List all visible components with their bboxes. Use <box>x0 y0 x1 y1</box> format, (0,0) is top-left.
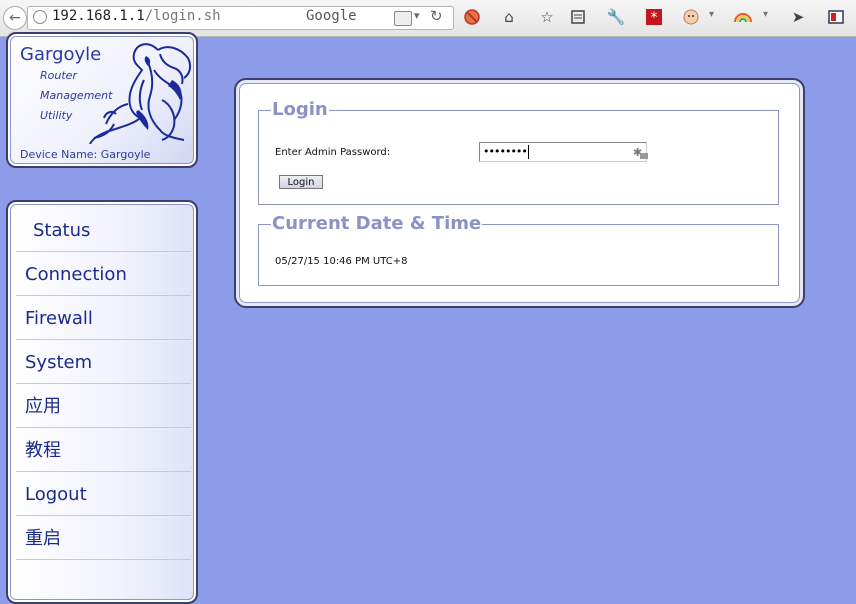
sidebar-item-system[interactable]: System <box>16 341 191 384</box>
text-caret <box>527 145 529 159</box>
back-arrow-icon: ← <box>9 10 21 26</box>
address-bar[interactable]: 192.168.1.1/login.sh Google ▾ ↻ <box>27 6 454 30</box>
device-name: Device Name: Gargoyle <box>20 148 151 161</box>
password-value: •••••••• <box>483 145 528 158</box>
bookmark-star-icon[interactable]: ☆ <box>537 7 557 27</box>
main-panel: Login Enter Admin Password: •••••••• ✱ L… <box>234 78 805 308</box>
reload-icon[interactable]: ↻ <box>430 7 443 25</box>
rainbow-addon-dropdown-icon[interactable]: ▾ <box>763 9 768 20</box>
gargoyle-logo-icon <box>89 43 192 144</box>
sidebar-item-firewall[interactable]: Firewall <box>16 297 191 340</box>
face-addon-icon[interactable] <box>681 7 701 27</box>
sidebar-item-applications[interactable]: 应用 <box>16 385 191 428</box>
url-text[interactable]: 192.168.1.1/login.sh <box>52 8 221 24</box>
addon-asterisk-icon[interactable]: * <box>644 7 664 27</box>
current-datetime: 05/27/15 10:46 PM UTC+8 <box>275 256 408 267</box>
datetime-fieldset: Current Date & Time 05/27/15 10:46 PM UT… <box>258 213 779 286</box>
wrench-icon[interactable]: 🔧 <box>606 7 626 27</box>
back-button[interactable]: ← <box>3 6 27 30</box>
sidebar-item-tutorial[interactable]: 教程 <box>16 429 191 472</box>
logo-panel: Gargoyle Router Management Utility Devic… <box>6 32 198 168</box>
sidebar-item-reboot[interactable]: 重启 <box>16 517 191 560</box>
login-fieldset: Login Enter Admin Password: •••••••• ✱ L… <box>258 99 779 205</box>
login-button[interactable]: Login <box>279 175 323 189</box>
sidebar-item-logout[interactable]: Logout <box>16 473 191 516</box>
reader-icon[interactable] <box>568 7 588 27</box>
logo-subtitle-router: Router <box>40 69 77 82</box>
adblock-icon[interactable] <box>462 7 482 27</box>
url-dropdown-icon[interactable]: ▾ <box>414 9 420 22</box>
datetime-legend: Current Date & Time <box>271 213 483 234</box>
password-helper-icon[interactable]: ✱ <box>633 146 649 160</box>
password-label: Enter Admin Password: <box>275 147 391 158</box>
globe-icon <box>33 10 47 24</box>
url-path: /login.sh <box>144 8 221 24</box>
rainbow-addon-icon[interactable] <box>733 7 753 27</box>
url-host: 192.168.1.1 <box>52 8 145 24</box>
sidebar-item-status[interactable]: Status <box>16 209 191 252</box>
face-addon-dropdown-icon[interactable]: ▾ <box>709 9 714 20</box>
window-flag-icon[interactable] <box>826 7 846 27</box>
logo-subtitle-utility: Utility <box>40 109 73 122</box>
home-icon[interactable]: ⌂ <box>499 7 519 27</box>
search-engine-label[interactable]: Google <box>306 8 357 24</box>
sidebar-item-connection[interactable]: Connection <box>16 253 191 296</box>
login-legend: Login <box>271 99 329 120</box>
share-icon[interactable]: ➤ <box>788 7 808 27</box>
svg-text:*: * <box>651 10 658 25</box>
site-info-icon[interactable] <box>394 11 412 26</box>
sidebar-nav: Status Connection Firewall System 应用 教程 … <box>6 200 198 604</box>
password-field[interactable]: •••••••• <box>479 142 647 162</box>
